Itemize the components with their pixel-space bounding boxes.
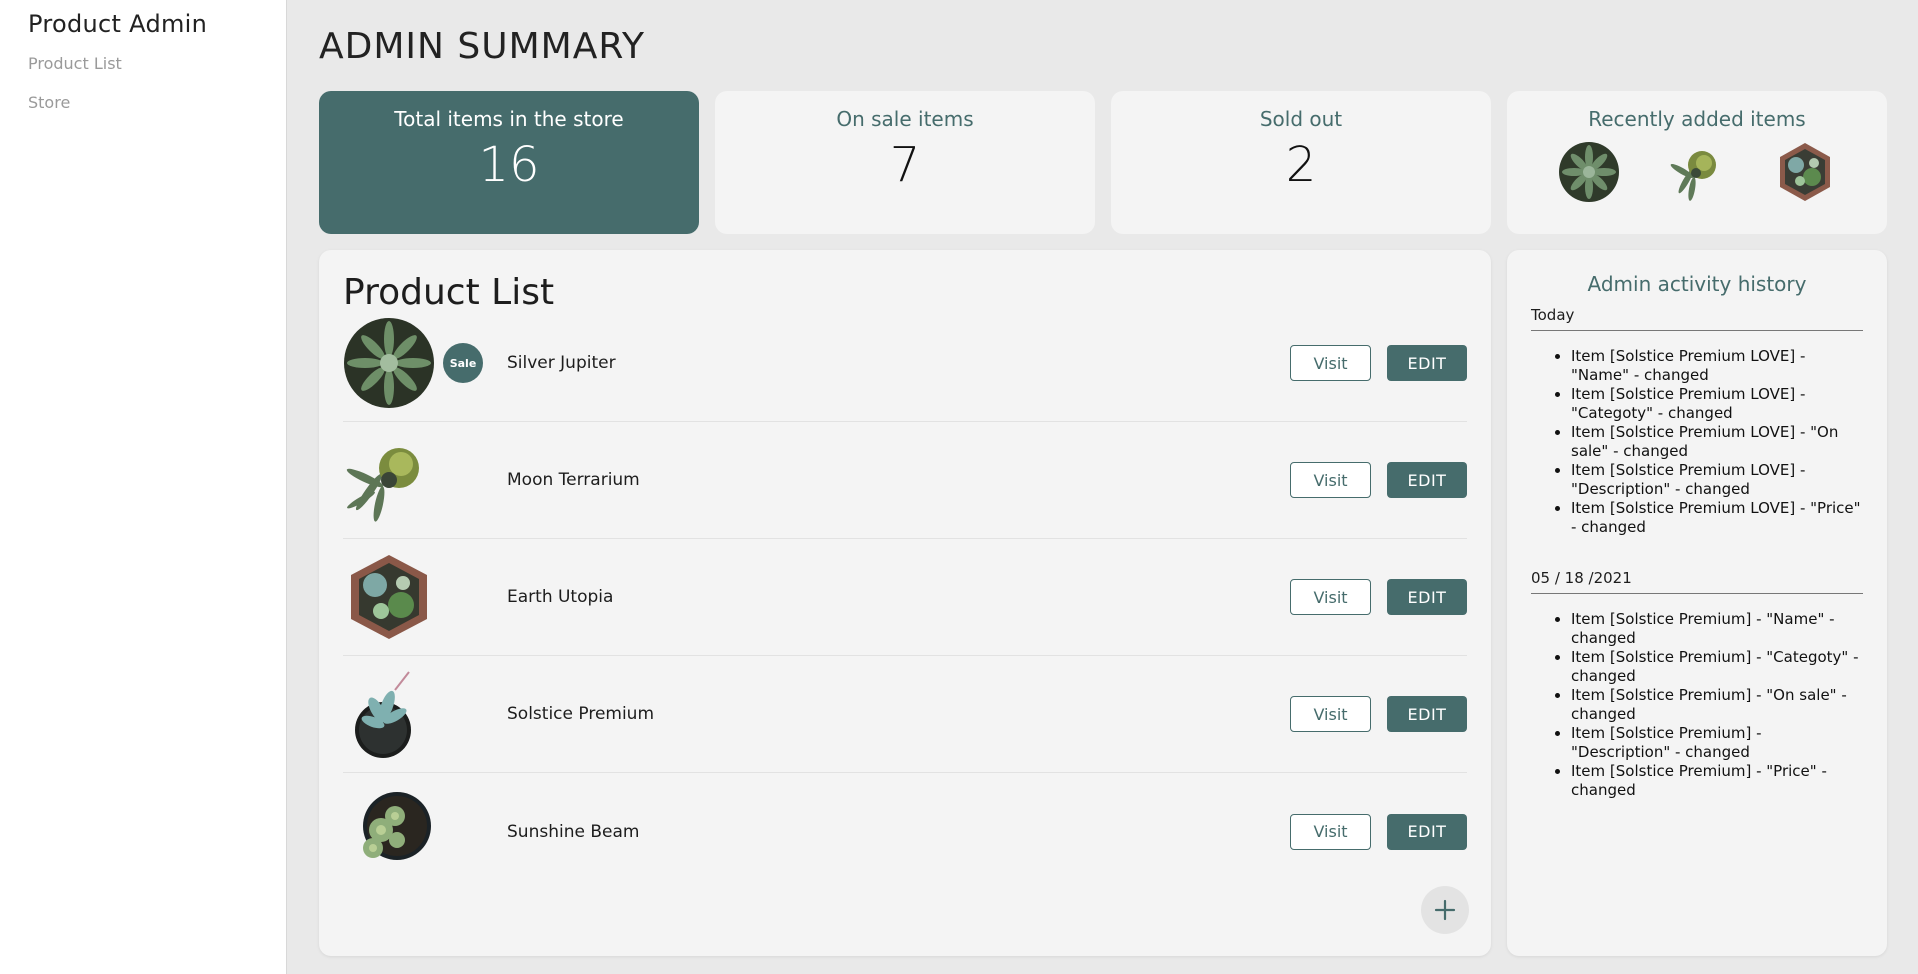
product-image: [343, 551, 435, 643]
on-sale-value: 7: [889, 137, 921, 193]
product-row: Sunshine Beam Visit EDIT: [343, 773, 1467, 890]
visit-button[interactable]: Visit: [1290, 579, 1371, 615]
total-items-value: 16: [478, 137, 540, 193]
activity-entry: Item [Solstice Premium] - "Categoty" - c…: [1571, 648, 1863, 686]
activity-entry: Item [Solstice Premium LOVE] - "Name" - …: [1571, 347, 1863, 385]
recently-added-label: Recently added items: [1588, 107, 1806, 131]
app-root: Product Admin Product List Store ADMIN S…: [0, 0, 1918, 974]
recent-plant-image[interactable]: [1774, 141, 1836, 203]
edit-button[interactable]: EDIT: [1387, 345, 1467, 381]
summary-cards: Total items in the store 16 On sale item…: [319, 91, 1888, 234]
lower-section: Product List Sale Silver Jupiter Visit E…: [319, 250, 1888, 956]
product-image: [343, 317, 435, 409]
total-items-card: Total items in the store 16: [319, 91, 699, 234]
product-row: Sale Silver Jupiter Visit EDIT: [343, 305, 1467, 422]
sidebar-item-product-list[interactable]: Product List: [28, 54, 258, 73]
product-name: Moon Terrarium: [507, 470, 640, 490]
total-items-label: Total items in the store: [394, 107, 624, 131]
add-product-button[interactable]: [1421, 886, 1469, 934]
plus-icon: [1434, 899, 1456, 921]
sidebar: Product Admin Product List Store: [0, 0, 287, 974]
product-row: Solstice Premium Visit EDIT: [343, 656, 1467, 773]
recently-added-card: Recently added items: [1507, 91, 1887, 234]
visit-button[interactable]: Visit: [1290, 462, 1371, 498]
on-sale-label: On sale items: [836, 107, 974, 131]
visit-button[interactable]: Visit: [1290, 813, 1371, 850]
activity-entry: Item [Solstice Premium] - "Description" …: [1571, 724, 1863, 762]
sold-out-value: 2: [1285, 137, 1317, 193]
activity-entry: Item [Solstice Premium] - "On sale" - ch…: [1571, 686, 1863, 724]
on-sale-card: On sale items 7: [715, 91, 1095, 234]
sold-out-label: Sold out: [1259, 107, 1343, 131]
sold-out-card: Sold out 2: [1111, 91, 1491, 234]
activity-list: Item [Solstice Premium LOVE] - "Name" - …: [1531, 347, 1863, 537]
product-name: Earth Utopia: [507, 587, 614, 607]
product-name: Solstice Premium: [507, 704, 655, 724]
activity-entry: Item [Solstice Premium] - "Name" - chang…: [1571, 610, 1863, 648]
recent-plant-image[interactable]: [1558, 141, 1620, 203]
sale-badge: Sale: [443, 343, 483, 383]
edit-button[interactable]: EDIT: [1387, 462, 1467, 498]
product-row: Earth Utopia Visit EDIT: [343, 539, 1467, 656]
main-content: ADMIN SUMMARY Total items in the store 1…: [287, 0, 1918, 974]
product-image: [343, 434, 435, 526]
product-row: Moon Terrarium Visit EDIT: [343, 422, 1467, 539]
sidebar-item-store[interactable]: Store: [28, 93, 258, 112]
activity-entry: Item [Solstice Premium LOVE] - "Categoty…: [1571, 385, 1863, 423]
edit-button[interactable]: EDIT: [1387, 813, 1467, 850]
product-list-panel: Product List Sale Silver Jupiter Visit E…: [319, 250, 1491, 956]
activity-history-panel: Admin activity history Today Item [Solst…: [1507, 250, 1887, 956]
activity-entry: Item [Solstice Premium LOVE] - "Descript…: [1571, 461, 1863, 499]
activity-date: Today: [1531, 306, 1863, 331]
visit-button[interactable]: Visit: [1290, 696, 1371, 732]
brand-title: Product Admin: [28, 10, 208, 38]
product-image: [343, 668, 435, 760]
activity-date: 05 / 18 /2021: [1531, 569, 1863, 594]
activity-entry: Item [Solstice Premium LOVE] - "On sale"…: [1571, 423, 1863, 461]
page-title: ADMIN SUMMARY: [319, 26, 646, 67]
product-name: Sunshine Beam: [507, 821, 640, 842]
edit-button[interactable]: EDIT: [1387, 696, 1467, 732]
product-image: [343, 786, 435, 878]
recent-thumbnails: [1507, 141, 1887, 203]
activity-list: Item [Solstice Premium] - "Name" - chang…: [1531, 610, 1863, 800]
visit-button[interactable]: Visit: [1290, 345, 1371, 381]
recent-plant-image[interactable]: [1666, 141, 1728, 203]
product-name: Silver Jupiter: [507, 353, 616, 373]
edit-button[interactable]: EDIT: [1387, 579, 1467, 615]
activity-entry: Item [Solstice Premium LOVE] - "Price" -…: [1571, 499, 1863, 537]
activity-title: Admin activity history: [1587, 272, 1807, 296]
activity-entry: Item [Solstice Premium] - "Price" - chan…: [1571, 762, 1863, 800]
